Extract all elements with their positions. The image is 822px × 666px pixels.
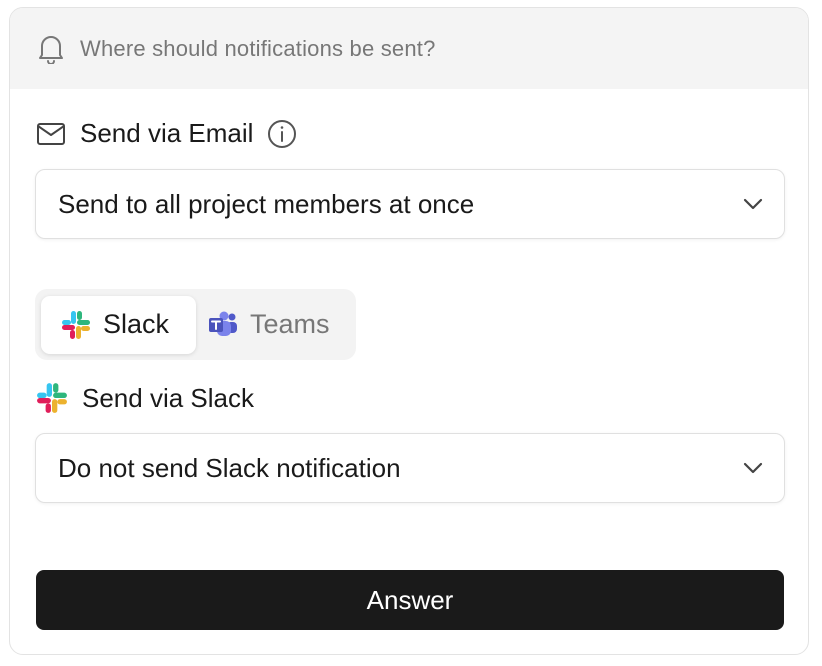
bell-icon	[36, 34, 66, 64]
slack-icon	[36, 382, 68, 414]
info-icon[interactable]	[267, 119, 297, 149]
slack-label: Send via Slack	[82, 382, 254, 413]
answer-button[interactable]: Answer	[36, 570, 784, 630]
email-label-row: Send via Email	[36, 118, 297, 149]
email-selected-value: Send to all project members at once	[58, 188, 475, 219]
slack-icon	[61, 310, 91, 340]
email-label: Send via Email	[80, 118, 254, 148]
slack-selected-value: Do not send Slack notification	[58, 452, 401, 483]
tab-slack-label: Slack	[103, 309, 170, 339]
chevron-down-icon	[742, 197, 764, 211]
notification-card: Where should notifications be sent? Send…	[9, 7, 809, 655]
tab-slack[interactable]: Slack	[41, 295, 196, 354]
email-recipient-select[interactable]: Send to all project members at once	[35, 169, 785, 239]
header-question: Where should notifications be sent?	[80, 35, 436, 61]
chevron-down-icon	[742, 461, 764, 475]
tab-teams-label: Teams	[250, 309, 330, 339]
card-header: Where should notifications be sent?	[10, 8, 808, 89]
slack-label-row: Send via Slack	[36, 382, 254, 414]
slack-notification-select[interactable]: Do not send Slack notification	[35, 433, 785, 503]
tab-teams[interactable]: Teams	[196, 296, 350, 354]
channel-tabs: Slack Teams	[35, 289, 356, 360]
teams-icon	[208, 311, 238, 339]
mail-icon	[36, 122, 66, 146]
